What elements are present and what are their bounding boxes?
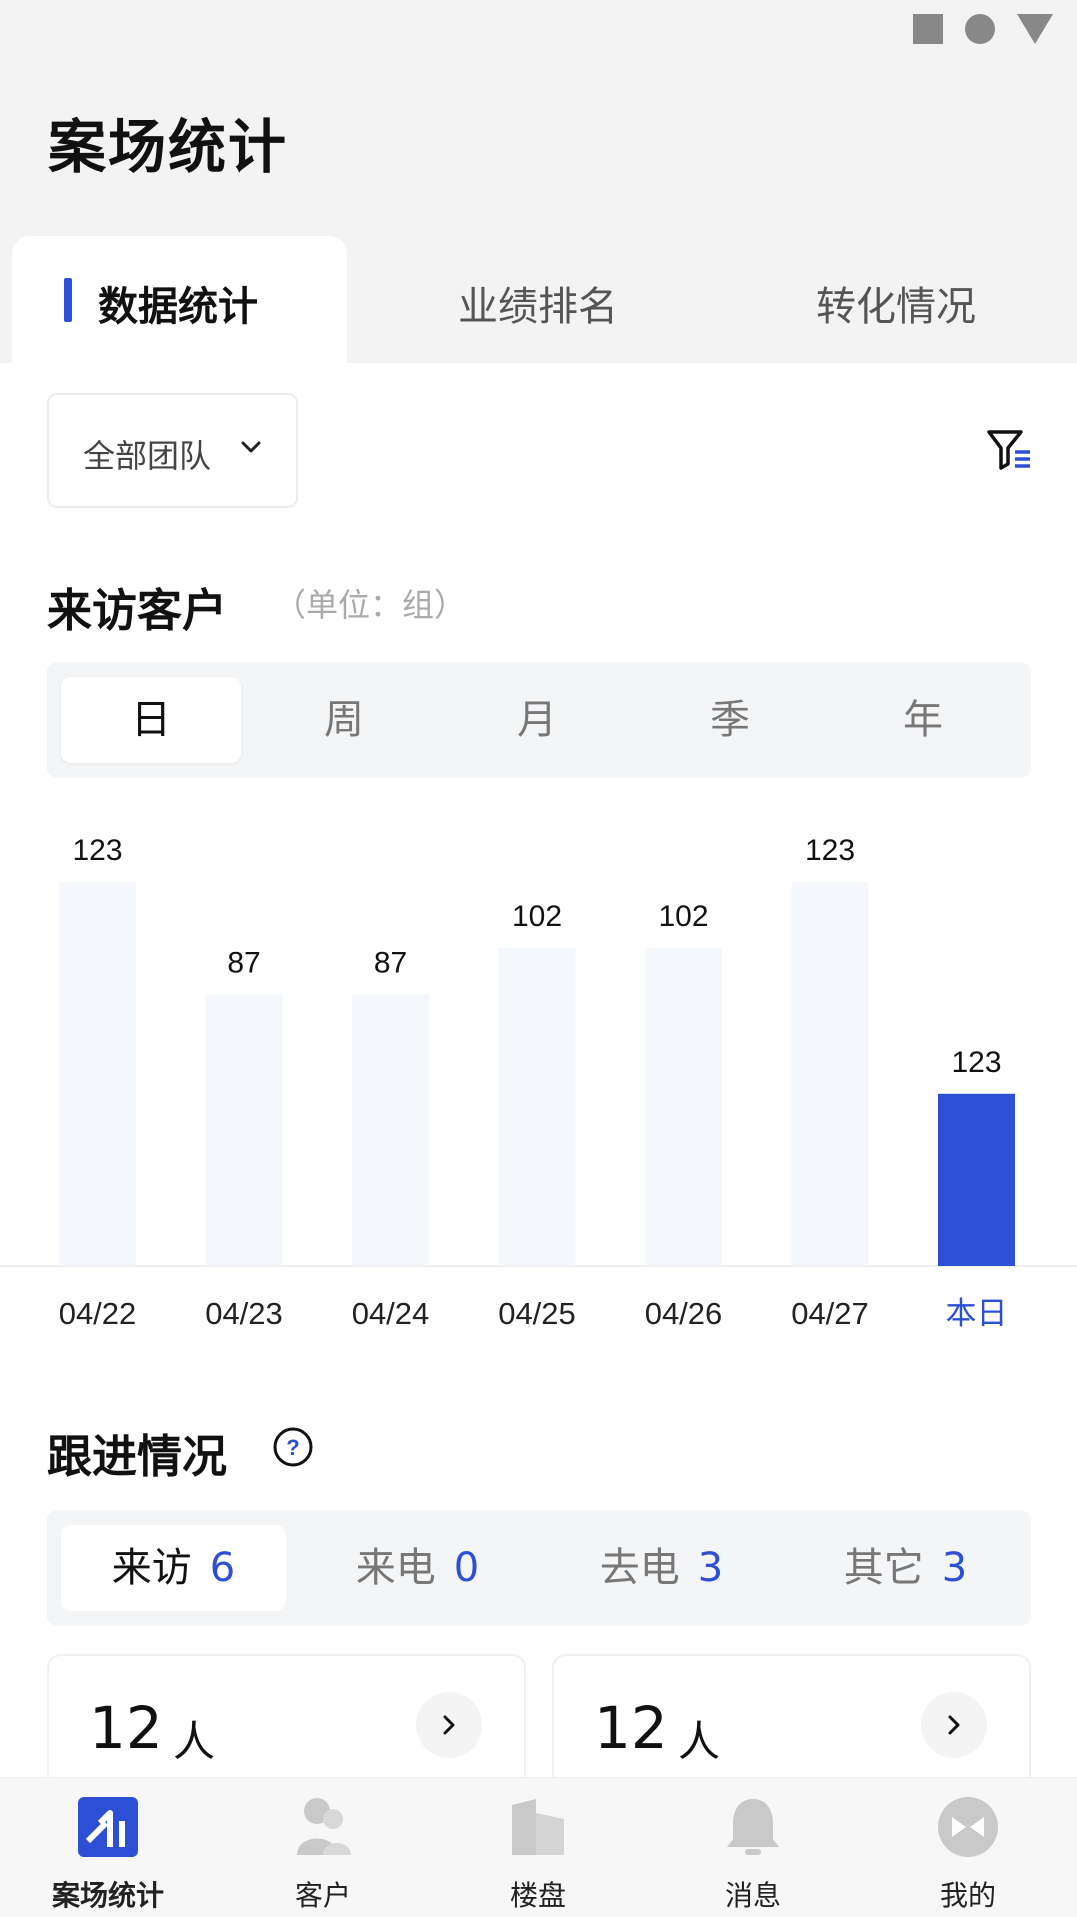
tab-conversion[interactable]: 转化情况 xyxy=(816,274,976,332)
chart-category-label: 04/26 xyxy=(645,1296,723,1331)
team-dropdown[interactable]: 全部团队 xyxy=(47,393,298,508)
chart-category-label: 本日 xyxy=(946,1296,1008,1331)
active-tab-indicator xyxy=(64,278,72,322)
nav-stats[interactable]: 案场统计 xyxy=(18,1792,198,1914)
follow-count: 0 xyxy=(453,1545,480,1591)
circle-icon xyxy=(965,14,995,44)
tab-bar: 数据统计 业绩排名 转化情况 xyxy=(0,236,1077,363)
nav-label: 案场统计 xyxy=(51,1879,164,1912)
follow-visit[interactable]: 来访 6 xyxy=(61,1525,286,1611)
follow-other[interactable]: 其它 3 xyxy=(793,1525,1018,1611)
bell-icon xyxy=(663,1792,843,1862)
profile-icon xyxy=(878,1792,1058,1862)
stat-card[interactable]: 12 人 xyxy=(47,1654,526,1794)
chart-bar[interactable] xyxy=(59,882,136,1266)
chevron-right-icon[interactable] xyxy=(416,1692,482,1758)
stat-card[interactable]: 12 人 xyxy=(552,1654,1031,1794)
nav-profile[interactable]: 我的 xyxy=(878,1792,1058,1914)
stat-card-value: 12 xyxy=(594,1694,668,1762)
period-day[interactable]: 日 xyxy=(61,677,241,763)
chart-bar[interactable] xyxy=(938,1093,1015,1266)
filter-list-icon[interactable] xyxy=(986,428,1032,476)
follow-count: 3 xyxy=(697,1545,724,1591)
stat-card-value: 12 xyxy=(89,1694,163,1762)
chart-category-label: 04/22 xyxy=(59,1296,137,1331)
period-quarter[interactable]: 季 xyxy=(640,677,820,763)
period-year[interactable]: 年 xyxy=(833,677,1013,763)
follow-incoming-call[interactable]: 来电 0 xyxy=(305,1525,530,1611)
period-week[interactable]: 周 xyxy=(254,677,434,763)
nav-label: 我的 xyxy=(939,1879,996,1912)
customers-icon xyxy=(233,1792,413,1862)
chart-category-label: 04/24 xyxy=(352,1296,430,1331)
chart-value-label: 102 xyxy=(512,900,562,933)
nav-label: 楼盘 xyxy=(509,1879,566,1912)
tab-performance-ranking[interactable]: 业绩排名 xyxy=(458,274,618,332)
chevron-right-icon[interactable] xyxy=(921,1692,987,1758)
follow-label: 其它 xyxy=(843,1545,924,1591)
page-title: 案场统计 xyxy=(48,113,289,181)
chart-bar[interactable] xyxy=(352,994,429,1266)
nav-messages[interactable]: 消息 xyxy=(663,1792,843,1914)
visit-unit-label: （单位：组） xyxy=(274,586,467,624)
nav-customers[interactable]: 客户 xyxy=(233,1792,413,1914)
chart-value-label: 87 xyxy=(227,947,260,980)
header-area: 案场统计 数据统计 业绩排名 转化情况 xyxy=(0,0,1077,363)
stat-card-unit: 人 xyxy=(173,1717,216,1766)
stat-card-unit: 人 xyxy=(678,1717,721,1766)
chart-value-label: 87 xyxy=(374,947,407,980)
visit-section-title: 来访客户 xyxy=(47,584,228,637)
tab-data-stats[interactable]: 数据统计 xyxy=(12,236,347,363)
chart-category-label: 04/25 xyxy=(498,1296,576,1331)
follow-label: 去电 xyxy=(599,1545,680,1591)
chart-value-label: 123 xyxy=(951,1046,1001,1079)
chart-bar[interactable] xyxy=(205,994,283,1266)
follow-label: 来电 xyxy=(355,1545,436,1591)
follow-count: 6 xyxy=(209,1545,236,1591)
chart-value-label: 102 xyxy=(658,900,708,933)
period-selector: 日 周 月 季 年 xyxy=(47,663,1031,777)
nav-buildings[interactable]: 楼盘 xyxy=(448,1792,628,1914)
chart-value-label: 123 xyxy=(805,834,855,867)
nav-label: 客户 xyxy=(294,1879,351,1912)
svg-text:?: ? xyxy=(286,1435,299,1460)
follow-section-title: 跟进情况 xyxy=(47,1430,228,1483)
question-circle-icon[interactable]: ? xyxy=(272,1426,314,1472)
nav-label: 消息 xyxy=(724,1879,781,1912)
chart-bar[interactable] xyxy=(498,947,576,1266)
follow-count: 3 xyxy=(941,1545,968,1591)
follow-type-selector: 来访 6 来电 0 去电 3 其它 3 xyxy=(47,1511,1031,1625)
system-status-icons xyxy=(913,14,1053,44)
tab-label: 数据统计 xyxy=(98,284,258,330)
follow-label: 来访 xyxy=(111,1545,192,1591)
bottom-navigation: 案场统计 客户 楼盘 消息 我的 xyxy=(0,1777,1077,1917)
period-month[interactable]: 月 xyxy=(447,677,627,763)
building-icon xyxy=(448,1792,628,1862)
chart-category-label: 04/27 xyxy=(791,1296,869,1331)
follow-outgoing-call[interactable]: 去电 3 xyxy=(549,1525,774,1611)
triangle-icon xyxy=(1017,14,1053,44)
square-icon xyxy=(913,14,943,44)
chevron-down-icon xyxy=(239,435,263,463)
team-dropdown-value: 全部团队 xyxy=(83,437,212,475)
visit-bar-chart: 123 04/22 87 04/23 87 04/24 102 04/25 102 04/26 12… xyxy=(0,834,1077,1331)
chart-bar[interactable] xyxy=(791,882,869,1266)
chart-value-label: 123 xyxy=(72,834,122,867)
chart-bar[interactable] xyxy=(645,947,722,1266)
stats-icon xyxy=(18,1792,198,1862)
chart-category-label: 04/23 xyxy=(205,1296,283,1331)
